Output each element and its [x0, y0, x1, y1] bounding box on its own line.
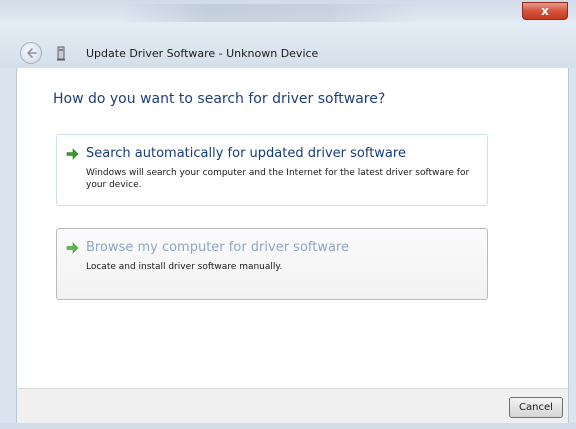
back-button[interactable] — [20, 42, 42, 64]
cancel-button[interactable]: Cancel — [509, 397, 563, 418]
title-bar: x Update Driver Software - Unknown Devic… — [0, 0, 576, 68]
green-arrow-icon — [66, 242, 79, 254]
dialog-window: x Update Driver Software - Unknown Devic… — [0, 0, 576, 429]
page-heading: How do you want to search for driver sof… — [53, 91, 386, 107]
option-title: Search automatically for updated driver … — [86, 146, 406, 161]
green-arrow-icon — [66, 148, 79, 160]
navigation-row: Update Driver Software - Unknown Device — [0, 38, 576, 68]
close-button[interactable]: x — [522, 2, 568, 20]
title-bar-glass — [120, 4, 420, 22]
option-description: Locate and install driver software manua… — [86, 262, 283, 272]
device-icon — [57, 46, 65, 61]
window-frame-bottom — [0, 423, 576, 429]
option-title: Browse my computer for driver software — [86, 240, 349, 255]
option-description: Windows will search your computer and th… — [86, 168, 470, 190]
content-panel: How do you want to search for driver sof… — [16, 68, 569, 388]
option-browse-computer[interactable]: Browse my computer for driver software L… — [56, 228, 488, 300]
close-icon: x — [541, 4, 549, 18]
back-arrow-icon — [27, 48, 37, 58]
window-title: Update Driver Software - Unknown Device — [86, 47, 319, 60]
option-search-automatically[interactable]: Search automatically for updated driver … — [56, 134, 488, 206]
